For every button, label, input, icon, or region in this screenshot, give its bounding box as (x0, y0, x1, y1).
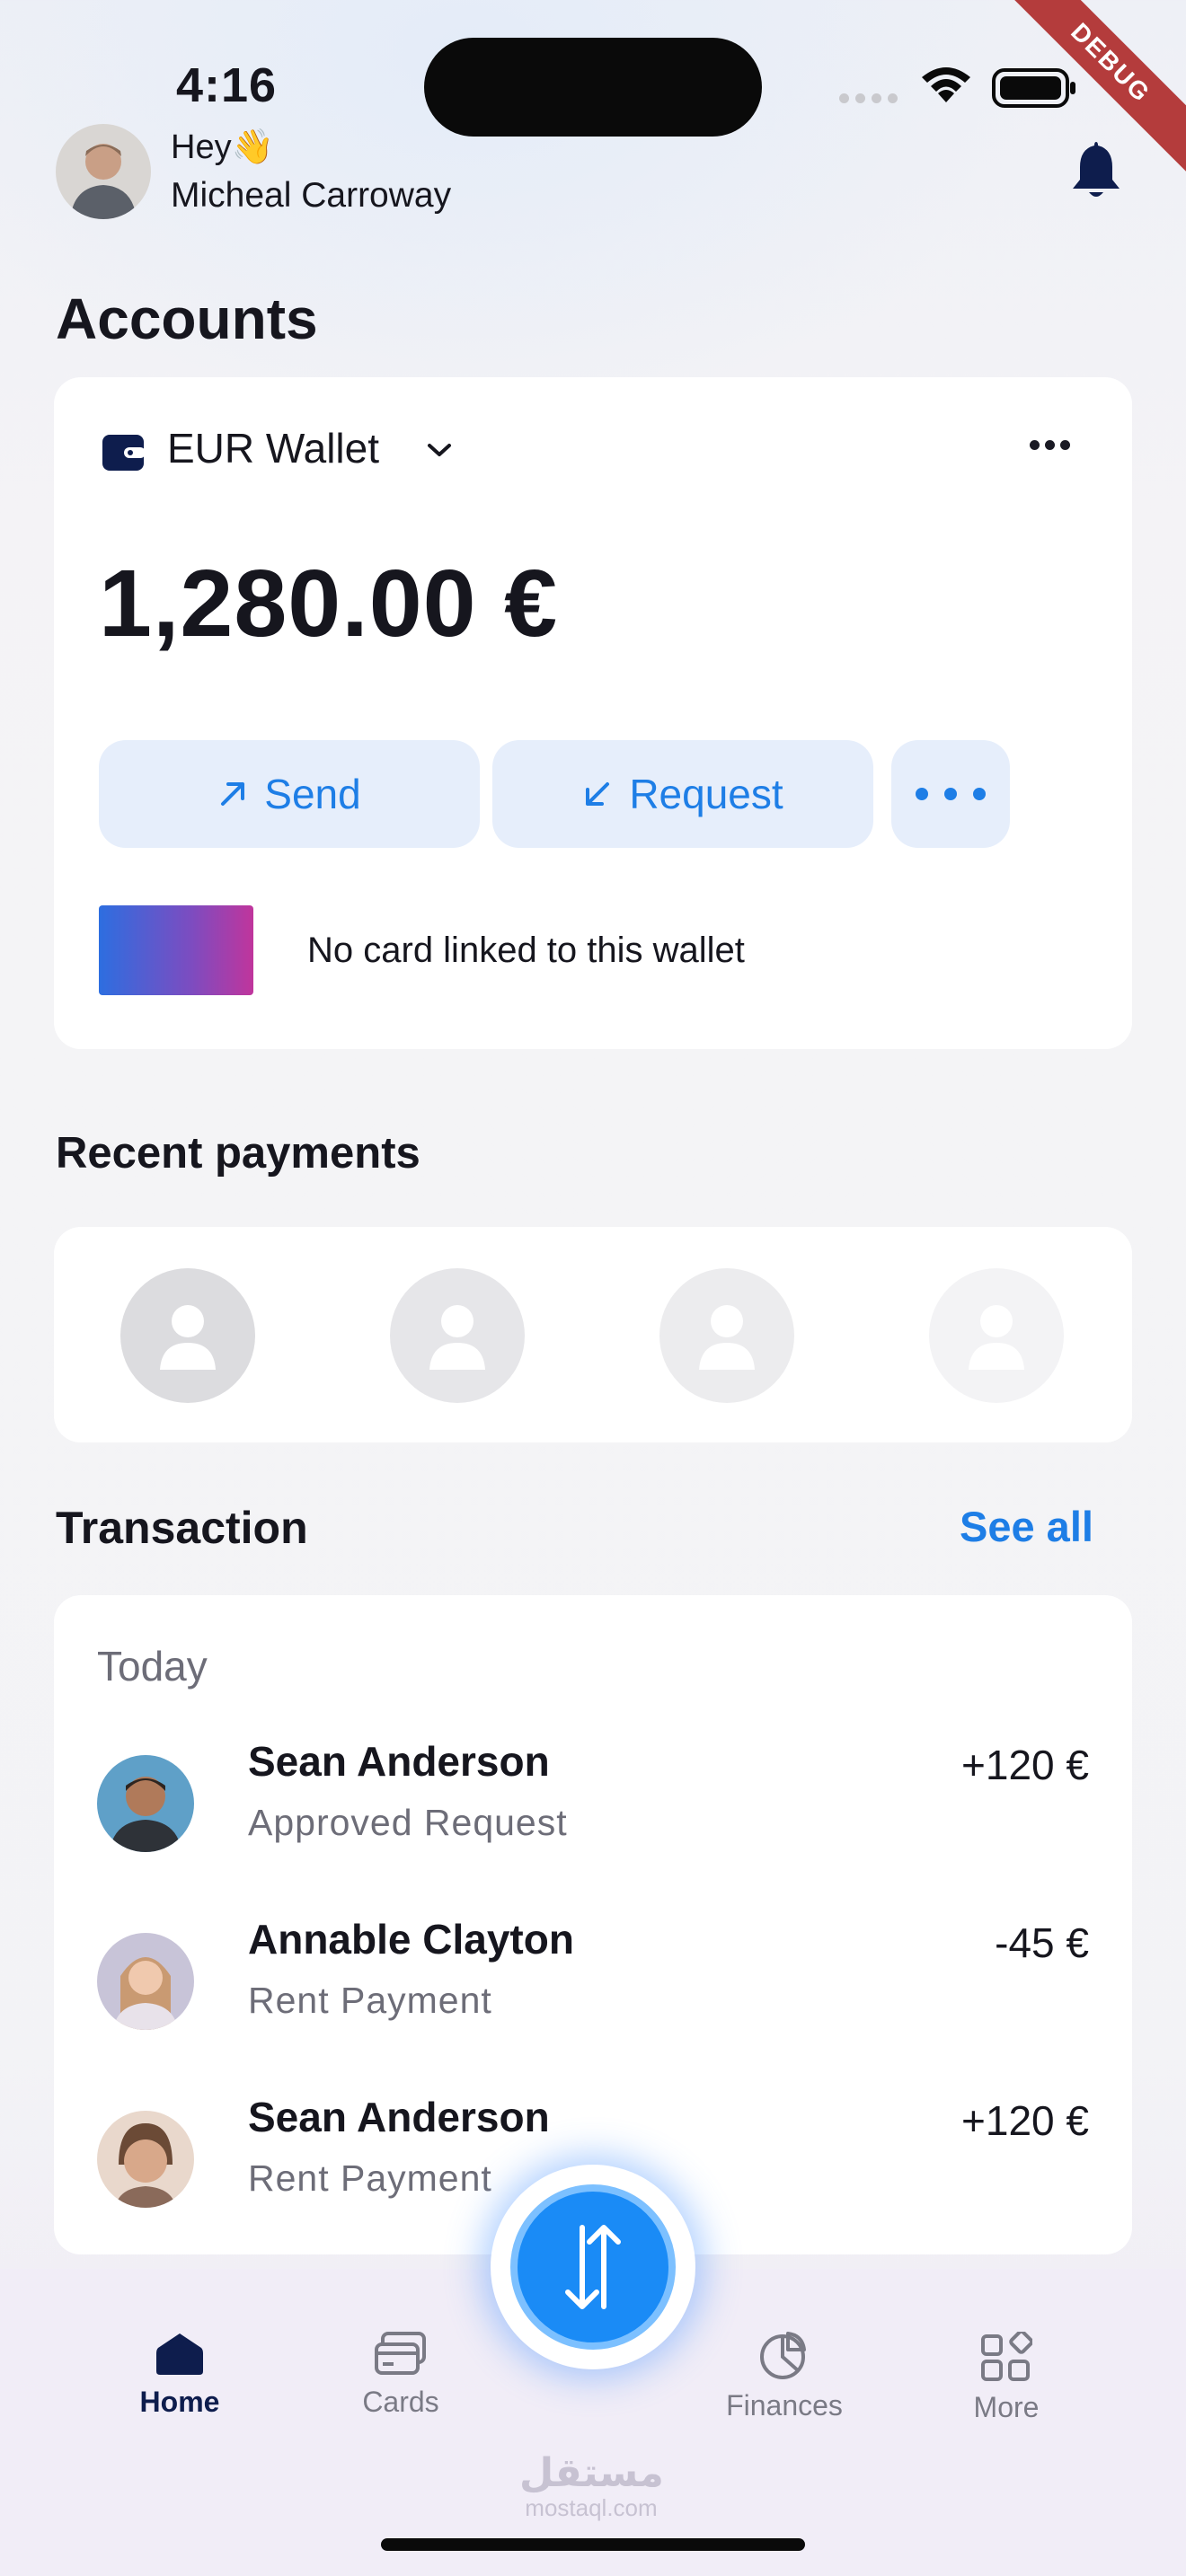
arrow-up-right-icon (221, 782, 245, 806)
date-group-label: Today (97, 1643, 208, 1689)
person-icon (699, 1305, 755, 1370)
person-icon (969, 1305, 1024, 1370)
recent-payments-card (54, 1227, 1132, 1442)
transaction-amount: -45 € (995, 1919, 1089, 1966)
transaction-name: Sean Anderson (248, 1738, 550, 1785)
watermark: مستقل mostaql.com (519, 2451, 664, 2522)
request-button[interactable]: Request (492, 740, 873, 848)
transaction-amount: +120 € (961, 2097, 1089, 2144)
wifi-icon (922, 67, 970, 102)
send-label: Send (264, 771, 361, 817)
transaction-type: Approved Request (248, 1802, 568, 1843)
transaction-amount: +120 € (961, 1742, 1089, 1788)
nav-finances[interactable]: Finances (708, 2332, 861, 2422)
nav-more-label: More (973, 2391, 1040, 2423)
transactions-heading: Transaction (56, 1503, 308, 1553)
battery-icon (992, 68, 1075, 108)
transaction-avatar (97, 1933, 194, 2030)
chevron-down-icon[interactable] (424, 440, 455, 460)
user-name: Micheal Carroway (171, 176, 452, 215)
nav-cards-label: Cards (362, 2386, 439, 2418)
wallet-icon (102, 435, 146, 471)
transfer-fab-button[interactable] (510, 2184, 676, 2350)
transaction-row[interactable]: Annable Clayton Rent Payment -45 € (54, 1915, 1132, 2077)
request-label: Request (629, 771, 783, 817)
nav-home-label: Home (139, 2386, 220, 2418)
transaction-type: Rent Payment (248, 2157, 492, 2199)
transaction-name: Sean Anderson (248, 2094, 550, 2140)
wallet-selector[interactable]: EUR Wallet (167, 424, 379, 472)
contact-avatar[interactable] (120, 1268, 255, 1403)
recent-payments-heading: Recent payments (56, 1129, 420, 1178)
transactions-card: Today Sean Anderson Approved Request +12… (54, 1595, 1132, 2254)
watermark-latin: mostaql.com (525, 2494, 658, 2522)
nav-cards[interactable]: Cards (347, 2332, 455, 2419)
nav-finances-label: Finances (726, 2389, 843, 2422)
cards-icon (375, 2332, 426, 2375)
grid-icon (981, 2332, 1032, 2381)
person-icon (160, 1305, 216, 1370)
transaction-name: Annable Clayton (248, 1916, 574, 1963)
home-icon (156, 2333, 203, 2375)
contact-avatar[interactable] (390, 1268, 525, 1403)
no-card-text: No card linked to this wallet (307, 931, 745, 970)
user-avatar[interactable] (56, 124, 151, 219)
pie-chart-icon (760, 2332, 806, 2379)
transaction-avatar (97, 2111, 194, 2208)
more-actions-button[interactable] (891, 740, 1010, 848)
transaction-type: Rent Payment (248, 1980, 492, 2021)
contact-avatar[interactable] (929, 1268, 1064, 1403)
nav-home[interactable]: Home (126, 2332, 234, 2419)
transaction-avatar (97, 1755, 194, 1852)
contact-avatar[interactable] (659, 1268, 794, 1403)
accounts-heading: Accounts (56, 287, 318, 351)
see-all-link[interactable]: See all (960, 1502, 1093, 1551)
home-indicator[interactable] (381, 2538, 805, 2551)
watermark-arabic: مستقل (519, 2451, 664, 2495)
send-button[interactable]: Send (99, 740, 480, 848)
person-icon (429, 1305, 485, 1370)
card-thumbnail (99, 905, 253, 995)
status-time: 4:16 (176, 58, 278, 112)
wallet-card: EUR Wallet 1,280.00 € Send Request No ca… (54, 377, 1132, 1049)
wallet-options-icon[interactable] (1030, 440, 1070, 450)
arrow-down-left-icon (586, 782, 610, 806)
transfer-arrows-icon (565, 2225, 621, 2309)
greeting-text: Hey👋 (171, 128, 274, 166)
signal-icon (839, 93, 898, 103)
wallet-balance: 1,280.00 € (99, 551, 559, 657)
transaction-row[interactable]: Sean Anderson Approved Request +120 € (54, 1737, 1132, 1899)
bell-icon[interactable] (1069, 138, 1123, 203)
dynamic-island (424, 38, 762, 137)
nav-more[interactable]: More (952, 2332, 1060, 2424)
